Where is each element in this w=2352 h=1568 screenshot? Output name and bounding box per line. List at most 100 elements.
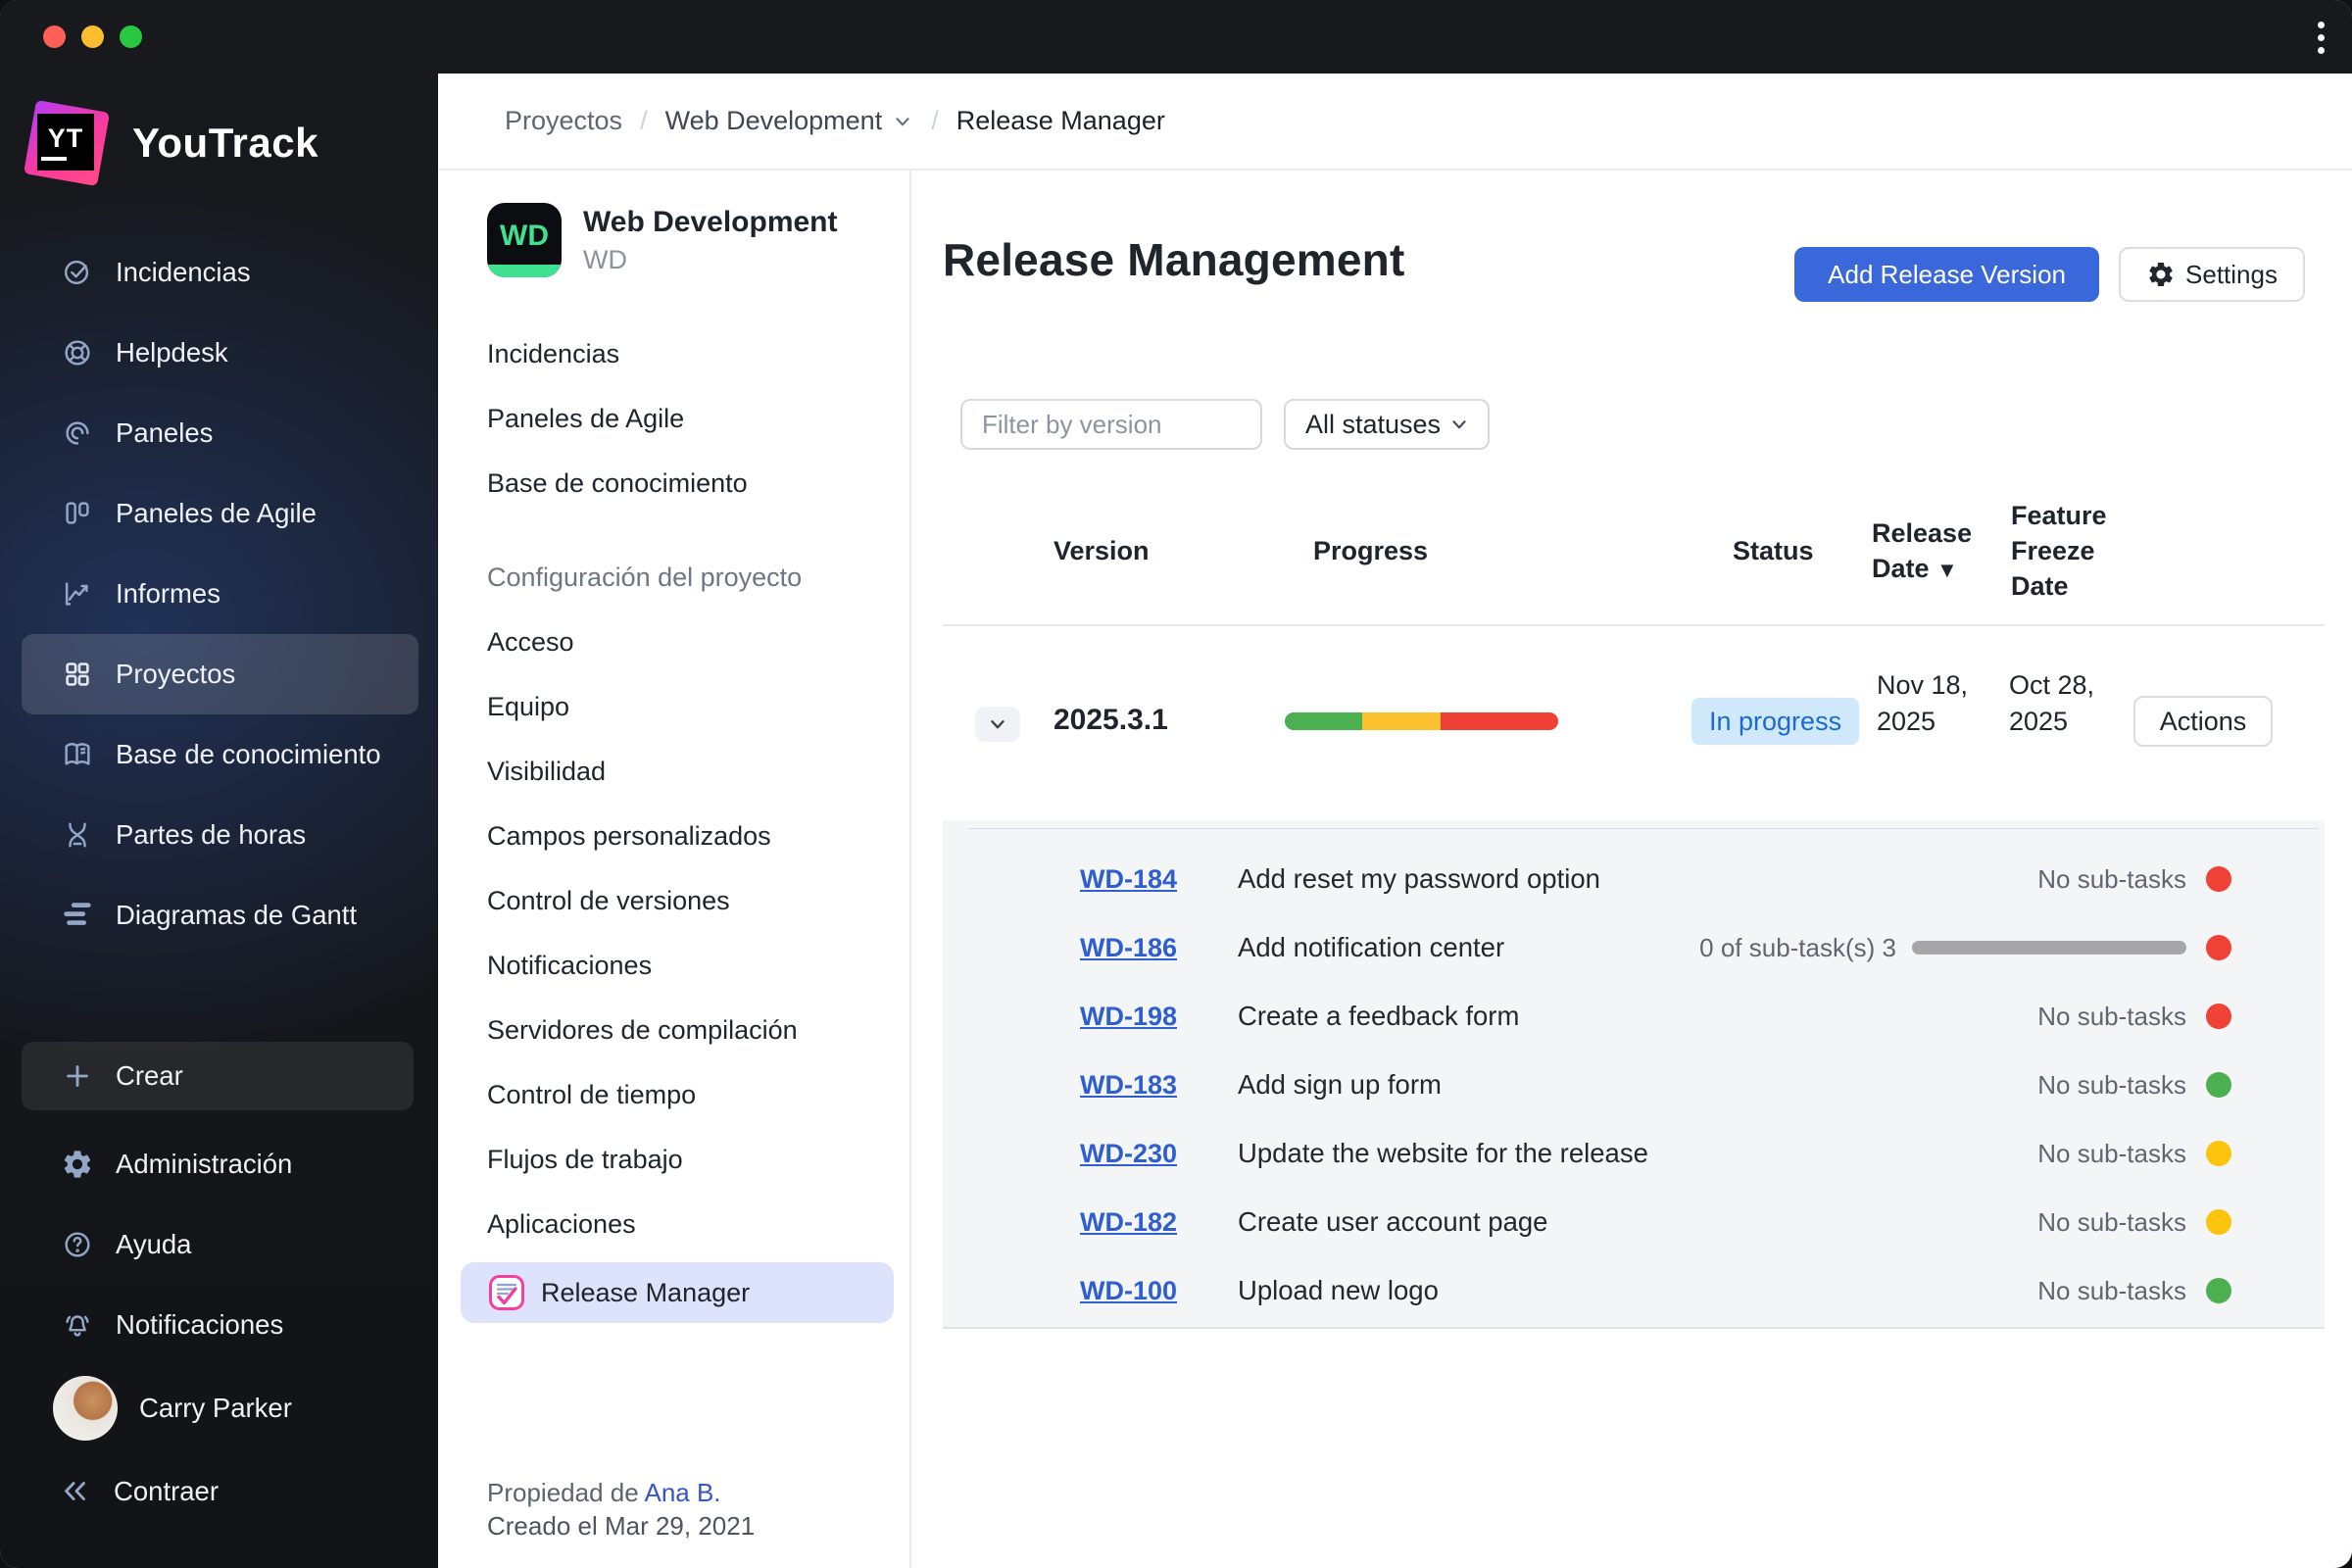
settings-button[interactable]: Settings [2119,247,2305,302]
column-header-release-date[interactable]: Release Date ▼ [1872,515,2019,588]
status-dot [2206,935,2231,960]
breadcrumb-separator: / [931,106,939,135]
window-controls [43,25,142,48]
issue-link[interactable]: WD-230 [1080,1139,1238,1169]
gear-icon [61,1148,94,1181]
breadcrumb-project-label: Web Development [664,106,883,135]
actions-button[interactable]: Actions [2133,696,2273,747]
project-settings-servidores[interactable]: Servidores de compilación [487,998,909,1062]
subtask-row: WD-100 Upload new logo No sub-tasks [943,1256,2325,1325]
project-settings-control-versiones[interactable]: Control de versiones [487,868,909,933]
status-filter-select[interactable]: All statuses [1284,399,1490,450]
issue-link[interactable]: WD-100 [1080,1276,1238,1306]
avatar [53,1376,118,1441]
sidebar-item-administracion[interactable]: Administración [22,1124,418,1204]
issue-link[interactable]: WD-198 [1080,1002,1238,1032]
sidebar-item-base-conocimiento[interactable]: Base de conocimiento [22,714,418,795]
project-settings-visibilidad[interactable]: Visibilidad [487,739,909,804]
status-dot [2206,1278,2231,1303]
project-menu-incidencias[interactable]: Incidencias [487,321,909,386]
minimize-button[interactable] [81,25,104,48]
project-settings-section-title: Configuración del proyecto [487,562,803,592]
status-dot [2206,1209,2231,1235]
sidebar-item-label: Diagramas de Gantt [116,900,358,930]
project-settings-control-tiempo[interactable]: Control de tiempo [487,1062,909,1127]
status-dot [2206,1072,2231,1098]
issue-title: Update the website for the release [1238,1138,1648,1168]
project-key: WD [583,244,627,274]
sidebar-item-label: Base de conocimiento [116,739,381,769]
progress-segment-yellow [1361,712,1442,730]
project-menu-paneles-agile[interactable]: Paneles de Agile [487,386,909,451]
issue-link[interactable]: WD-182 [1080,1207,1238,1238]
sidebar-item-gantt[interactable]: Diagramas de Gantt [22,875,418,956]
sidebar-item-label: Proyectos [116,659,236,689]
sidebar-item-label: Paneles de Agile [116,498,317,528]
gear-icon [2146,260,2176,289]
subtask-info: No sub-tasks [2037,1001,2186,1031]
sidebar-item-ayuda[interactable]: Ayuda [22,1204,418,1285]
issue-link[interactable]: WD-183 [1080,1070,1238,1101]
lifebuoy-icon [61,336,94,369]
project-header: WD Web Development WD [487,203,909,277]
owner-label: Propiedad de [487,1478,639,1507]
progress-segment-green [1285,712,1362,730]
user-menu[interactable]: Carry Parker [22,1365,418,1451]
sidebar-item-informes[interactable]: Informes [22,554,418,634]
project-panel: WD Web Development WD Incidencias Panele… [438,171,911,1568]
sidebar-item-paneles[interactable]: Paneles [22,393,418,473]
breadcrumb-current-page: Release Manager [956,106,1165,135]
owner-link[interactable]: Ana B. [644,1478,720,1507]
window-menu-icon[interactable] [2318,22,2325,54]
titlebar [0,0,2352,74]
sidebar-item-partes-horas[interactable]: Partes de horas [22,795,418,875]
sidebar-item-paneles-agile[interactable]: Paneles de Agile [22,473,418,554]
collapse-label: Contraer [114,1476,219,1506]
feature-freeze-date-value: Oct 28, 2025 [2009,670,2095,736]
status-dot [2206,1141,2231,1166]
release-management-content: Release Management Add Release Version S… [911,171,2352,1568]
help-icon [61,1228,94,1261]
breadcrumb-separator: / [640,106,648,135]
sidebar-item-proyectos[interactable]: Proyectos [22,634,418,714]
sidebar-item-notificaciones[interactable]: Notificaciones [22,1285,418,1365]
project-settings-equipo[interactable]: Equipo [487,674,909,739]
dashboards-icon [61,416,94,450]
breadcrumb-projects-link[interactable]: Proyectos [505,106,622,136]
sidebar-item-helpdesk[interactable]: Helpdesk [22,313,418,393]
brand-name: YouTrack [132,120,318,166]
project-settings-campos[interactable]: Campos personalizados [487,804,909,868]
issue-title: Create user account page [1238,1206,1548,1237]
sidebar-item-incidencias[interactable]: Incidencias [22,232,418,313]
main-area: Proyectos / Web Development / Release Ma… [438,74,2352,1568]
project-settings-acceso[interactable]: Acceso [487,610,909,674]
project-avatar: WD [487,203,562,277]
create-button[interactable]: Crear [22,1042,414,1110]
collapse-row-button[interactable] [975,707,1020,742]
issue-link[interactable]: WD-186 [1080,933,1238,963]
release-version-row: 2025.3.1 In progress Nov 18, 2025 Oct 28… [943,626,2325,816]
create-button-label: Crear [116,1060,183,1091]
add-release-version-button[interactable]: Add Release Version [1794,247,2099,302]
agile-board-icon [61,497,94,530]
project-settings-notificaciones[interactable]: Notificaciones [487,933,909,998]
project-settings-flujos[interactable]: Flujos de trabajo [487,1127,909,1192]
sidebar-bottom-nav: Administración Ayuda Notificaciones Carr… [22,1124,418,1532]
sort-desc-icon: ▼ [1936,558,1958,582]
project-menu-release-manager[interactable]: Release Manager [461,1262,894,1323]
column-header-progress: Progress [1313,536,1429,565]
issue-title: Add notification center [1238,932,1505,962]
issue-link[interactable]: WD-184 [1080,864,1238,895]
sidebar-item-label: Administración [116,1149,293,1179]
close-button[interactable] [43,25,66,48]
chevron-down-icon [892,111,913,132]
breadcrumb-project-dropdown[interactable]: Web Development [665,106,914,136]
filter-by-version-input[interactable] [960,399,1262,450]
collapse-sidebar-button[interactable]: Contraer [22,1451,418,1532]
sidebar-item-label: Paneles [116,417,214,448]
subtask-row: WD-182 Create user account page No sub-t… [943,1188,2325,1256]
project-settings-aplicaciones[interactable]: Aplicaciones [487,1192,909,1256]
subtask-row: WD-183 Add sign up form No sub-tasks [943,1051,2325,1119]
project-menu-base-conocimiento[interactable]: Base de conocimiento [487,451,909,515]
zoom-button[interactable] [120,25,142,48]
